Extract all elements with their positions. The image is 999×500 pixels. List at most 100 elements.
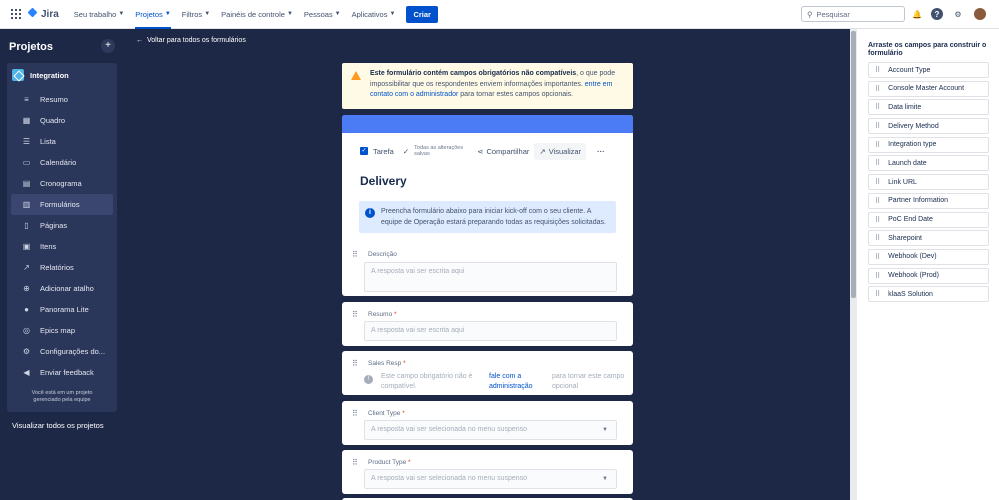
drag-handle-icon[interactable]: ⠿ <box>352 409 358 418</box>
epics-map-icon: ◎ <box>23 326 30 335</box>
form-color-band <box>342 115 633 133</box>
field-palette-title: Arraste os campos para construir o formu… <box>868 42 987 57</box>
field-select[interactable]: A resposta vai ser selecionada no menu s… <box>364 420 617 440</box>
drag-handle-icon: ⠿ <box>875 141 880 149</box>
arrow-left-icon: ← <box>136 37 143 44</box>
palette-field[interactable]: ⠿ Sharepoint <box>868 230 989 247</box>
gear-icon[interactable]: ⚙ <box>952 8 964 20</box>
search-input[interactable]: ⚲ Pesquisar <box>801 6 905 22</box>
sidebar-item-feedback[interactable]: ◀ Enviar feedback <box>11 362 113 383</box>
drag-handle-icon: ⠿ <box>875 160 880 168</box>
contact-admin-link[interactable]: fale com a administração <box>489 372 544 392</box>
palette-field[interactable]: ⠿ Console Master Account <box>868 80 989 97</box>
project-panel: Integration ≡ Resumo ▦ Quadro ☰ Lista ▭ Cale… <box>7 63 117 412</box>
field-input[interactable]: A resposta vai ser escrita aqui <box>364 321 617 341</box>
nav-filters[interactable]: Filtros ▼ <box>182 0 210 29</box>
create-button[interactable]: Criar <box>406 5 438 23</box>
nav-people[interactable]: Pessoas ▼ <box>304 0 341 29</box>
board-icon: ▦ <box>22 116 31 125</box>
drag-handle-icon[interactable]: ⠿ <box>352 458 358 467</box>
add-project-button[interactable]: + <box>101 39 115 53</box>
preview-button[interactable]: ↗ Visualizar <box>534 142 587 160</box>
issues-icon: ▣ <box>22 242 31 251</box>
sidebar-item-calendar[interactable]: ▭ Calendário <box>11 152 113 173</box>
sidebar-item-board[interactable]: ▦ Quadro <box>11 110 113 131</box>
view-all-projects-link[interactable]: Visualizar todos os projetos <box>12 421 104 430</box>
pages-icon: ▯ <box>24 221 29 230</box>
reports-icon: ↗ <box>23 263 30 272</box>
nav-projects[interactable]: Projetos ▼ <box>135 0 172 29</box>
top-navigation-bar: Jira Seu trabalho ▼ Projetos ▼ Filtros ▼ Pa… <box>0 0 999 29</box>
help-icon[interactable]: ? <box>931 8 943 20</box>
project-header[interactable]: Integration <box>7 63 117 87</box>
palette-field[interactable]: ⠿ Link URL <box>868 174 989 191</box>
field-palette-panel: Arraste os campos para construir o formu… <box>857 29 999 500</box>
check-icon: ✓ <box>402 146 410 156</box>
external-link-icon: ↗ <box>539 146 546 156</box>
sidebar-item-forms[interactable]: ▥ Formulários <box>11 194 113 215</box>
task-type-icon[interactable]: ✓ <box>360 147 368 155</box>
drag-handle-icon: ⠿ <box>875 85 880 93</box>
sidebar-item-issues[interactable]: ▣ Itens <box>11 236 113 257</box>
user-avatar[interactable] <box>974 8 986 20</box>
sidebar-item-panorama-lite[interactable]: ● Panorama Lite <box>11 299 113 320</box>
drag-handle-icon: ⠿ <box>875 272 880 280</box>
chevron-down-icon: ▼ <box>334 11 341 17</box>
form-field-sales-resp[interactable]: ⠿ Sales Resp * ! Este campo obrigatório … <box>342 351 633 395</box>
field-select[interactable]: A resposta vai ser selecionada no menu s… <box>364 469 617 489</box>
back-to-forms-link[interactable]: ← Voltar para todos os formulários <box>136 37 246 44</box>
palette-field[interactable]: ⠿ Integration type <box>868 136 989 153</box>
drag-handle-icon: ⠿ <box>875 291 880 299</box>
calendar-icon: ▭ <box>22 158 31 167</box>
sidebar-item-add-shortcut[interactable]: ⊕ Adicionar atalho <box>11 278 113 299</box>
more-options-icon[interactable]: ··· <box>597 147 605 156</box>
sidebar-item-reports[interactable]: ↗ Relatórios <box>11 257 113 278</box>
forms-icon: ▥ <box>22 200 31 209</box>
form-title[interactable]: Delivery <box>360 174 633 188</box>
sidebar-item-epics-map[interactable]: ◎ Epics map <box>11 320 113 341</box>
palette-field[interactable]: ⠿ Delivery Method <box>868 118 989 135</box>
drag-handle-icon[interactable]: ⠿ <box>352 310 358 319</box>
palette-field[interactable]: ⠿ klaaS Solution <box>868 286 989 303</box>
share-button[interactable]: ⋖ Compartilhar <box>477 147 529 156</box>
add-shortcut-icon: ⊕ <box>23 284 30 293</box>
drag-handle-icon: ⠿ <box>875 253 880 261</box>
palette-field[interactable]: ⠿ PoC End Date <box>868 211 989 228</box>
palette-field[interactable]: ⠿ Webhook (Prod) <box>868 267 989 284</box>
issue-type-label[interactable]: Tarefa <box>373 147 394 156</box>
nav-dashboards[interactable]: Painéis de controle ▼ <box>221 0 293 29</box>
sidebar-item-list[interactable]: ☰ Lista <box>11 131 113 152</box>
palette-field[interactable]: ⠿ Webhook (Dev) <box>868 248 989 265</box>
drag-handle-icon: ⠿ <box>875 179 880 187</box>
palette-field[interactable]: ⠿ Data limite <box>868 99 989 116</box>
main-nav: Seu trabalho ▼ Projetos ▼ Filtros ▼ Painéis… <box>74 0 396 29</box>
field-input[interactable]: A resposta vai ser escrita aqui <box>364 262 617 292</box>
palette-field[interactable]: ⠿ Partner Information <box>868 192 989 209</box>
form-field-summary[interactable]: ⠿ Resumo * A resposta vai ser escrita aq… <box>342 302 633 346</box>
info-icon: i <box>365 208 375 218</box>
drag-handle-icon[interactable]: ⠿ <box>352 250 358 259</box>
sidebar-item-settings[interactable]: ⚙ Configurações do... <box>11 341 113 362</box>
notifications-bell-icon[interactable]: 🔔 <box>911 8 923 20</box>
palette-field[interactable]: ⠿ Launch date <box>868 155 989 172</box>
form-field-client-type[interactable]: ⠿ Client Type * A resposta vai ser selec… <box>342 401 633 445</box>
jira-logo[interactable]: Jira <box>29 9 59 20</box>
sidebar-item-summary[interactable]: ≡ Resumo <box>11 89 113 110</box>
drag-handle-icon: ⠿ <box>875 235 880 243</box>
nav-apps[interactable]: Aplicativos ▼ <box>352 0 396 29</box>
form-field-product-type[interactable]: ⠿ Product Type * A resposta vai ser sele… <box>342 450 633 494</box>
form-field-description[interactable]: ⠿ Descrição A resposta vai ser escrita a… <box>342 242 633 296</box>
app-switcher-icon[interactable] <box>11 9 21 19</box>
sidebar-item-pages[interactable]: ▯ Páginas <box>11 215 113 236</box>
palette-field[interactable]: ⠿ Account Type <box>868 62 989 78</box>
sidebar-item-timeline[interactable]: ▤ Cronograma <box>11 173 113 194</box>
project-sidebar: Projetos + Integration ≡ Resumo ▦ Quadro ☰… <box>0 29 124 500</box>
drag-handle-icon: ⠿ <box>875 216 880 224</box>
scrollbar-thumb[interactable] <box>851 31 856 298</box>
chevron-down-icon: ▼ <box>204 11 211 17</box>
drag-handle-icon[interactable]: ⠿ <box>352 359 358 368</box>
sidebar-title: Projetos <box>9 41 54 53</box>
nav-your-work[interactable]: Seu trabalho ▼ <box>74 0 125 29</box>
field-label: Client Type * <box>368 410 405 417</box>
drag-handle-icon: ⠿ <box>875 104 880 112</box>
